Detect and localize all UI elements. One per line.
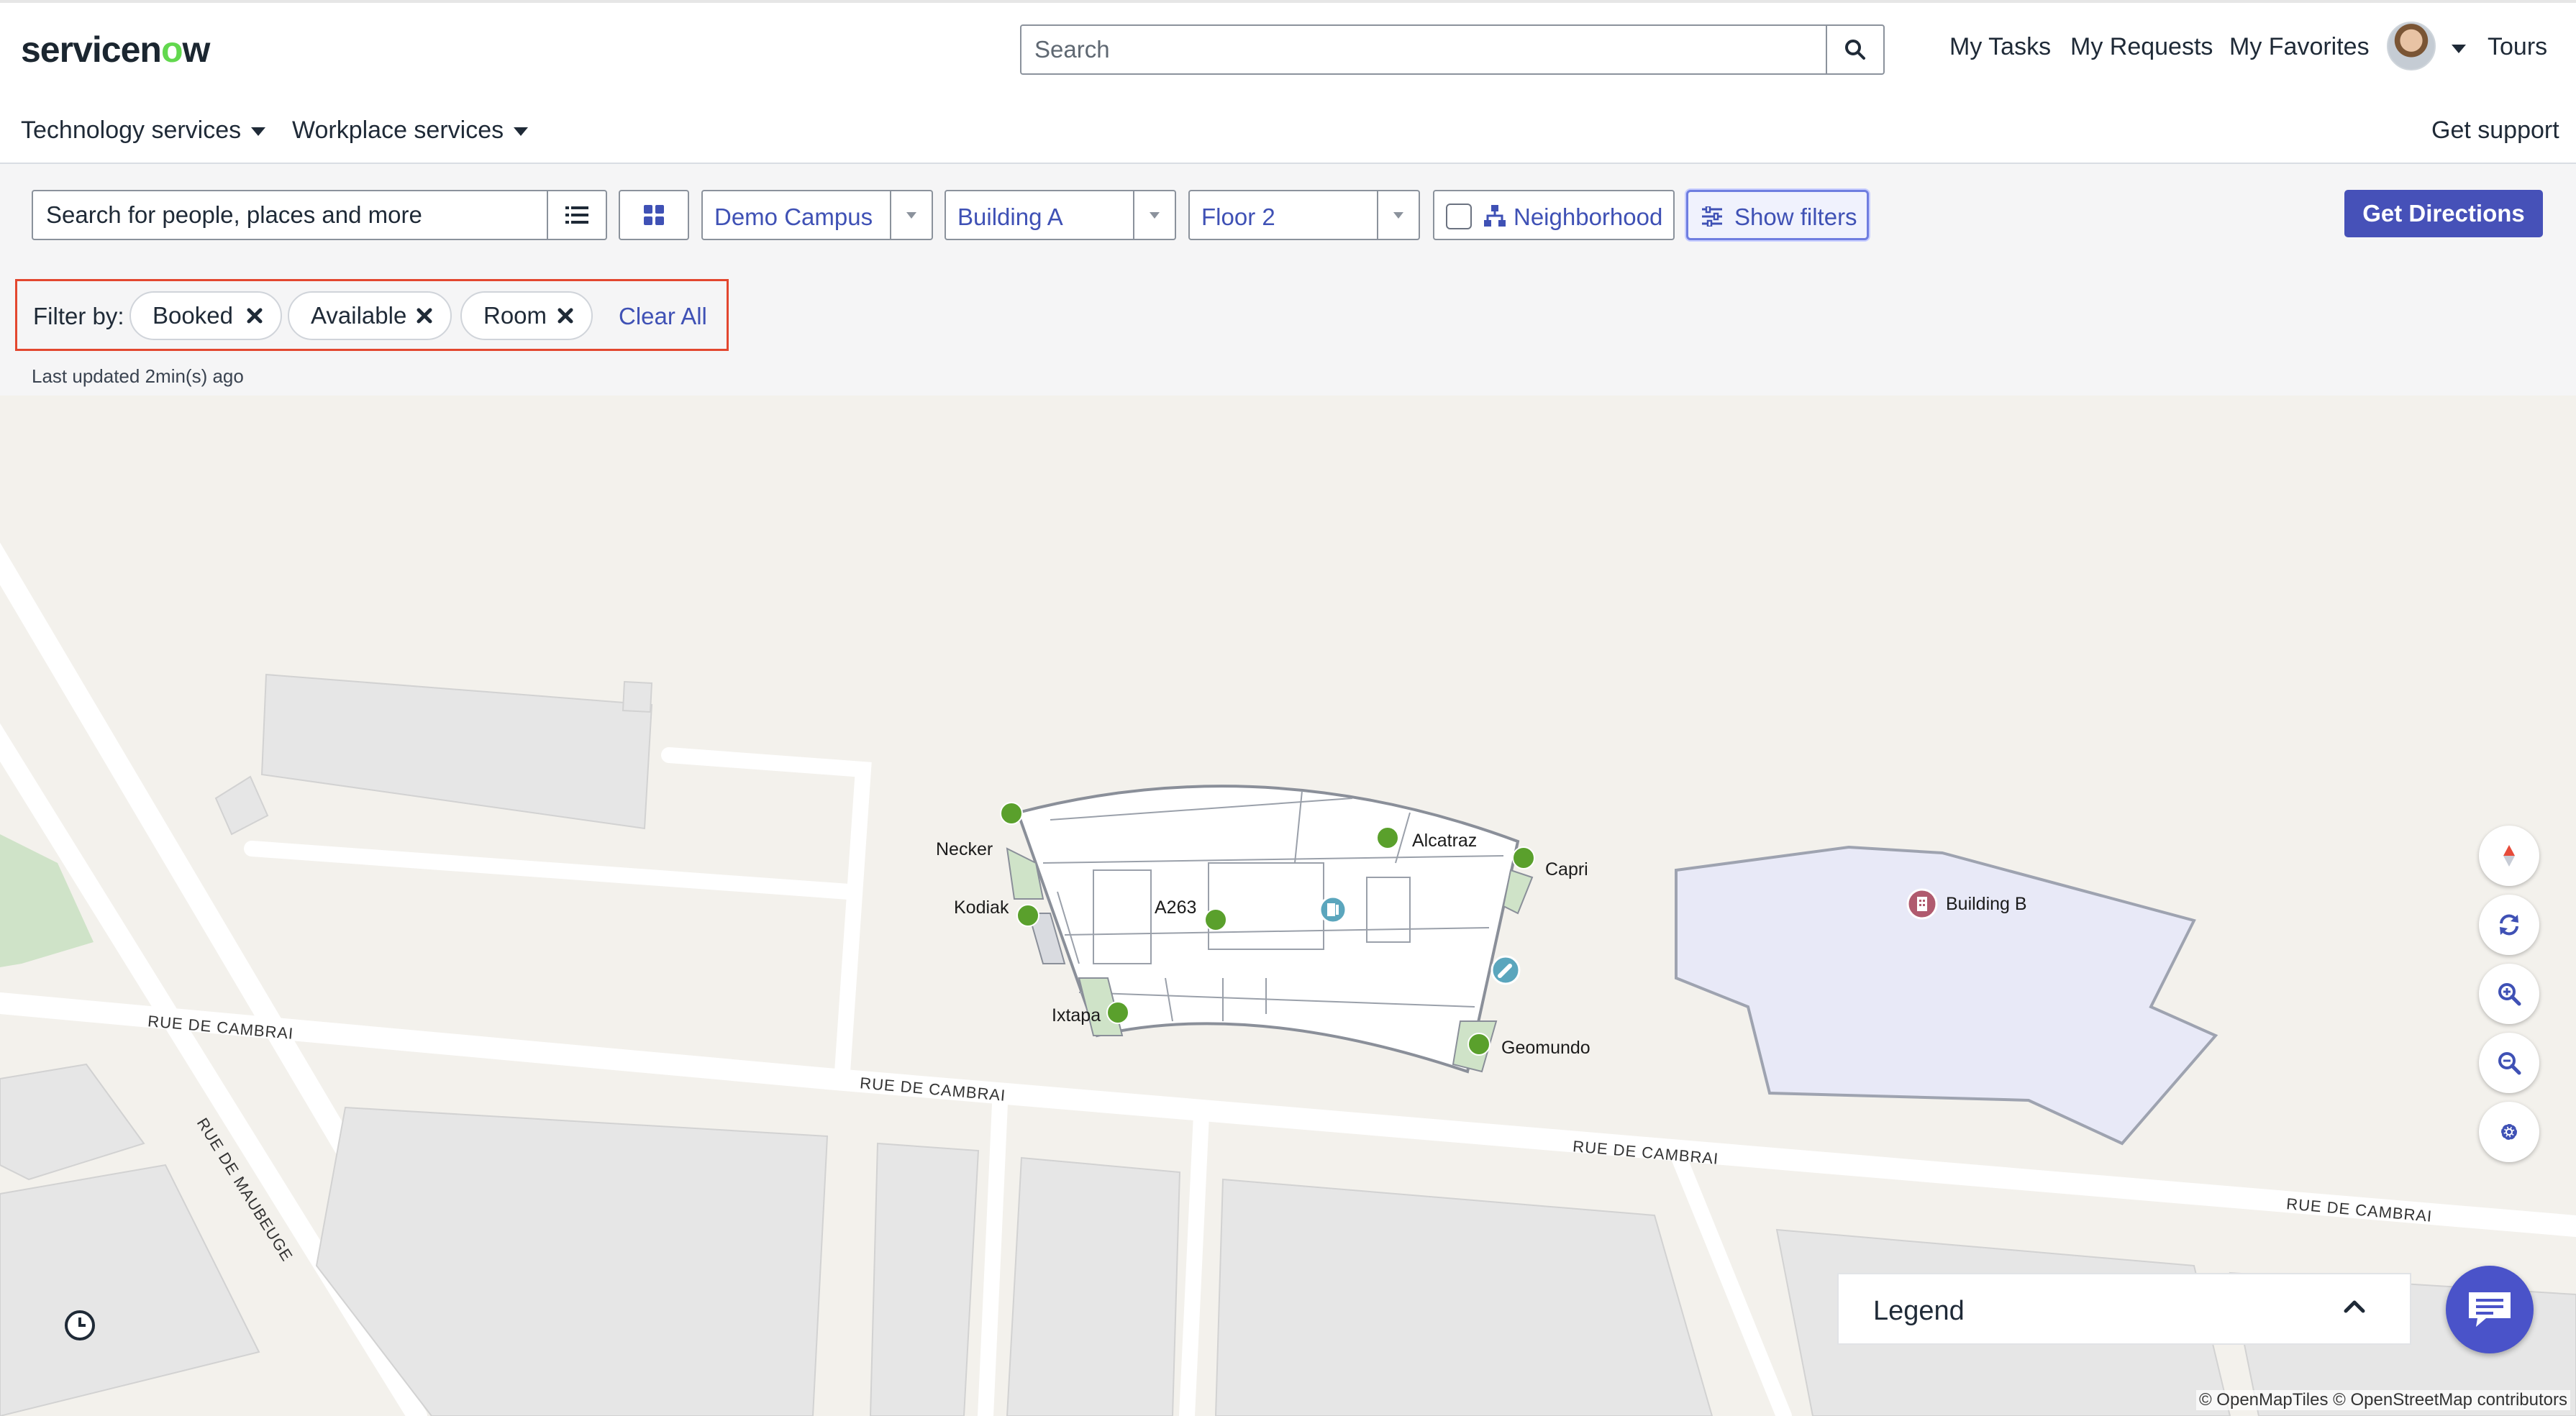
grid-view-button[interactable]: [619, 190, 689, 240]
my-tasks-link[interactable]: My Tasks: [1949, 33, 2051, 61]
room-label-capri: Capri: [1545, 859, 1588, 880]
room-label-kodiak: Kodiak: [954, 897, 1009, 918]
available-room-pin[interactable]: [1204, 908, 1227, 931]
global-search-input[interactable]: [1021, 26, 1826, 73]
dropdown-arrow-icon: [906, 211, 916, 219]
refresh-map-button[interactable]: [2479, 895, 2539, 955]
elevator-poi-icon[interactable]: [1319, 895, 1347, 924]
show-filters-button[interactable]: Show filters: [1686, 190, 1869, 240]
room-label-geomundo: Geomundo: [1501, 1038, 1590, 1058]
map-attribution: © OpenMapTiles © OpenStreetMap contribut…: [2195, 1390, 2570, 1410]
filter-chip-available[interactable]: Available: [288, 291, 452, 340]
room-label-a263: A263: [1155, 897, 1197, 918]
sliders-icon: [1702, 206, 1722, 227]
gear-icon: [2501, 1124, 2517, 1140]
top-header: servicenow My Tasks My Requests My Favor…: [0, 0, 2576, 164]
available-room-pin[interactable]: [1106, 1001, 1129, 1024]
global-search-button[interactable]: [1826, 26, 1883, 73]
grid-icon: [644, 205, 664, 225]
basemap: [0, 542, 2576, 1416]
user-avatar[interactable]: [2387, 22, 2436, 70]
clear-all-filters-link[interactable]: Clear All: [619, 303, 707, 330]
zoom-out-button[interactable]: [2479, 1033, 2539, 1093]
list-icon: [565, 206, 588, 224]
remove-filter-icon[interactable]: [557, 307, 574, 324]
search-icon: [1845, 40, 1865, 60]
available-room-pin[interactable]: [1512, 846, 1535, 869]
tours-link[interactable]: Tours: [2488, 33, 2547, 61]
last-updated-text: Last updated 2min(s) ago: [32, 365, 244, 387]
compass-icon: [2503, 845, 2515, 867]
map-search: [32, 190, 607, 240]
floor-select[interactable]: Floor 2: [1188, 190, 1420, 240]
legend-label: Legend: [1873, 1296, 1965, 1326]
neighborhood-checkbox[interactable]: [1446, 204, 1472, 229]
my-favorites-link[interactable]: My Favorites: [2229, 33, 2370, 61]
chevron-up-icon[interactable]: [2344, 1299, 2365, 1313]
tools-poi-icon[interactable]: [1490, 955, 1521, 985]
filter-chip-booked[interactable]: Booked: [129, 291, 282, 340]
clock-icon[interactable]: [63, 1309, 96, 1342]
compass-button[interactable]: [2479, 826, 2539, 886]
chip-label: Available: [311, 302, 407, 329]
floor-map[interactable]: Necker Alcatraz Capri Kodiak A263 Ixtapa…: [0, 396, 2576, 1416]
remove-filter-icon[interactable]: [416, 307, 433, 324]
map-settings-button[interactable]: [2479, 1102, 2539, 1162]
zoom-in-button[interactable]: [2479, 964, 2539, 1024]
building-b-label[interactable]: Building B: [1946, 894, 2027, 915]
floor-select-value: Floor 2: [1201, 204, 1275, 230]
get-directions-button[interactable]: Get Directions: [2344, 190, 2543, 237]
chat-button[interactable]: [2446, 1266, 2534, 1353]
room-label-alcatraz: Alcatraz: [1412, 831, 1478, 851]
room-label-necker: Necker: [936, 839, 993, 859]
building-select-value: Building A: [957, 204, 1063, 230]
map-legend[interactable]: Legend: [1837, 1273, 2411, 1345]
refresh-icon: [2500, 914, 2518, 936]
chat-bubble-icon: [2469, 1292, 2511, 1327]
available-room-pin[interactable]: [1000, 802, 1023, 825]
available-room-pin[interactable]: [1016, 904, 1039, 927]
sitemap-icon: [1484, 205, 1506, 227]
nav-technology-services[interactable]: Technology services: [21, 117, 266, 145]
room-label-ixtapa: Ixtapa: [1052, 1005, 1101, 1026]
servicenow-logo[interactable]: servicenow: [21, 29, 210, 70]
chip-label: Booked: [153, 302, 233, 329]
map-search-input[interactable]: [33, 191, 548, 239]
nav-workplace-services[interactable]: Workplace services: [292, 117, 529, 145]
building-icon[interactable]: [1906, 888, 1938, 920]
user-menu-caret-icon[interactable]: [2452, 45, 2466, 53]
neighborhood-label: Neighborhood: [1514, 204, 1663, 230]
filter-chip-room[interactable]: Room: [460, 291, 593, 340]
campus-select-value: Demo Campus: [714, 204, 873, 230]
my-requests-link[interactable]: My Requests: [2070, 33, 2213, 61]
building-select[interactable]: Building A: [945, 190, 1176, 240]
active-filters-bar: Filter by: Booked Available Room Clear A…: [15, 279, 729, 351]
available-room-pin[interactable]: [1467, 1033, 1490, 1056]
list-view-button[interactable]: [547, 191, 606, 239]
campus-select[interactable]: Demo Campus: [701, 190, 933, 240]
get-support-link[interactable]: Get support: [2431, 117, 2559, 145]
filter-by-label: Filter by:: [33, 303, 124, 329]
zoom-out-icon: [2498, 1052, 2521, 1075]
remove-filter-icon[interactable]: [246, 307, 263, 324]
chevron-down-icon: [514, 127, 529, 137]
dropdown-arrow-icon: [1150, 211, 1160, 219]
available-room-pin[interactable]: [1376, 826, 1399, 849]
chip-label: Room: [483, 302, 547, 329]
neighborhood-toggle[interactable]: Neighborhood: [1433, 190, 1675, 240]
show-filters-label: Show filters: [1734, 204, 1857, 230]
building-b-outline: [1675, 845, 2218, 1146]
global-search: [1020, 24, 1885, 75]
dropdown-arrow-icon: [1393, 211, 1403, 219]
zoom-in-icon: [2498, 983, 2521, 1006]
chevron-down-icon: [251, 127, 266, 137]
